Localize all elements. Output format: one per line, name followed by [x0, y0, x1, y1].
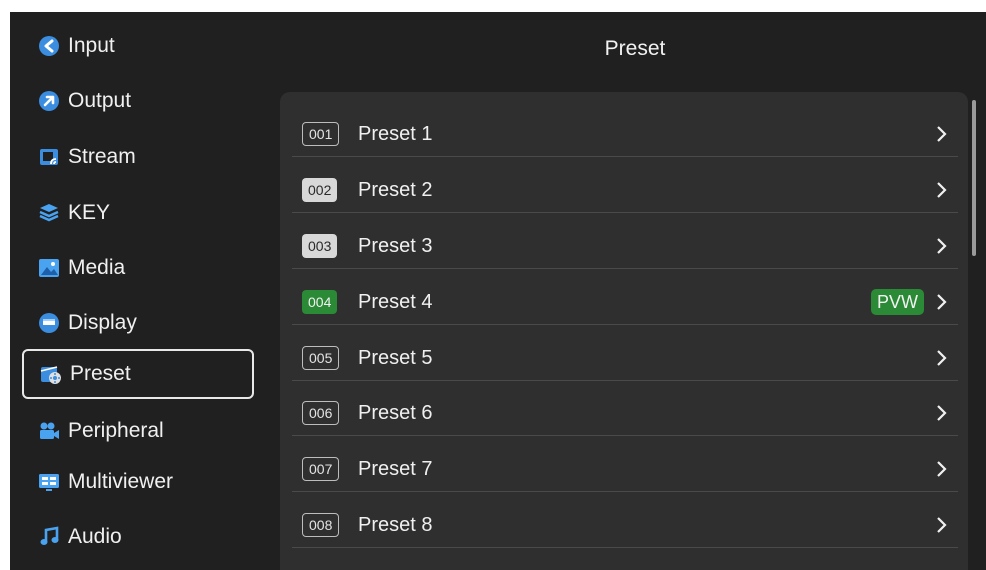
preset-row-7[interactable]: 007 Preset 7	[292, 437, 958, 492]
sidebar-item-output[interactable]: Output	[22, 76, 254, 126]
preset-row-3[interactable]: 003 Preset 3	[292, 214, 958, 269]
preset-row-8[interactable]: 008 Preset 8	[292, 493, 958, 548]
input-icon	[38, 35, 60, 57]
display-icon	[38, 312, 60, 334]
sidebar-item-label: KEY	[68, 201, 111, 224]
chevron-right-icon	[937, 126, 947, 142]
preset-index-badge: 004	[302, 290, 338, 314]
preset-list-panel: 001 Preset 1 002 Preset 2 003 Preset 3 0…	[280, 92, 968, 570]
sidebar-item-media[interactable]: Media	[22, 243, 254, 293]
page-title: Preset	[604, 37, 666, 60]
sidebar-item-audio[interactable]: Audio	[22, 512, 254, 562]
chevron-right-icon	[937, 517, 947, 533]
preset-name: Preset 8	[358, 514, 433, 536]
sidebar-item-label: Stream	[68, 145, 136, 168]
sidebar-item-label: Input	[68, 34, 115, 57]
sidebar-item-label: Media	[68, 256, 126, 279]
multiviewer-icon	[38, 471, 60, 493]
sidebar-item-multiviewer[interactable]: Multiviewer	[22, 457, 254, 507]
preset-row-1[interactable]: 001 Preset 1	[292, 102, 958, 157]
preset-row-6[interactable]: 006 Preset 6	[292, 381, 958, 436]
stream-icon	[38, 146, 60, 168]
audio-note-icon	[38, 526, 60, 548]
preset-row-2[interactable]: 002 Preset 2	[292, 158, 958, 213]
media-image-icon	[38, 257, 60, 279]
preset-name: Preset 5	[358, 347, 433, 369]
chevron-right-icon	[937, 350, 947, 366]
sidebar-item-label: Preset	[70, 362, 131, 385]
preset-row-5[interactable]: 005 Preset 5	[292, 326, 958, 381]
pvw-badge: PVW	[870, 289, 924, 315]
sidebar-item-display[interactable]: Display	[22, 298, 254, 348]
preset-icon	[40, 363, 62, 385]
preset-name: Preset 3	[358, 235, 433, 257]
chevron-right-icon	[937, 461, 947, 477]
preset-index-badge: 008	[302, 513, 340, 537]
sidebar-item-label: Audio	[68, 525, 122, 548]
preset-index-badge: 001	[302, 122, 340, 146]
preset-name: Preset 4	[358, 291, 433, 313]
preset-index-badge: 002	[302, 178, 338, 202]
output-icon	[38, 90, 60, 112]
key-layers-icon	[38, 202, 60, 224]
sidebar-item-peripheral[interactable]: Peripheral	[22, 406, 254, 456]
preset-index-badge: 003	[302, 234, 338, 258]
sidebar-item-label: Multiviewer	[68, 470, 174, 493]
sidebar-item-preset[interactable]: Preset	[22, 349, 254, 399]
sidebar: Input Output Stream KEY Media Display Pr…	[10, 12, 260, 570]
sidebar-item-label: Peripheral	[68, 419, 164, 442]
preset-index-badge: 005	[302, 346, 340, 370]
chevron-right-icon	[937, 294, 947, 310]
app-window: Input Output Stream KEY Media Display Pr…	[10, 12, 986, 570]
peripheral-camera-icon	[38, 420, 60, 442]
sidebar-item-input[interactable]: Input	[22, 21, 254, 71]
preset-name: Preset 7	[358, 458, 433, 480]
preset-name: Preset 2	[358, 179, 433, 201]
preset-name: Preset 1	[358, 123, 433, 145]
sidebar-item-label: Display	[68, 311, 137, 334]
sidebar-item-label: Output	[68, 89, 132, 112]
preset-index-badge: 006	[302, 401, 340, 425]
preset-row-4[interactable]: 004 Preset 4 PVW	[292, 270, 958, 325]
sidebar-item-key[interactable]: KEY	[22, 188, 254, 238]
scrollbar[interactable]	[972, 100, 976, 256]
chevron-right-icon	[937, 405, 947, 421]
chevron-right-icon	[937, 182, 947, 198]
preset-name: Preset 6	[358, 402, 433, 424]
sidebar-item-stream[interactable]: Stream	[22, 132, 254, 182]
chevron-right-icon	[937, 238, 947, 254]
preset-index-badge: 007	[302, 457, 340, 481]
